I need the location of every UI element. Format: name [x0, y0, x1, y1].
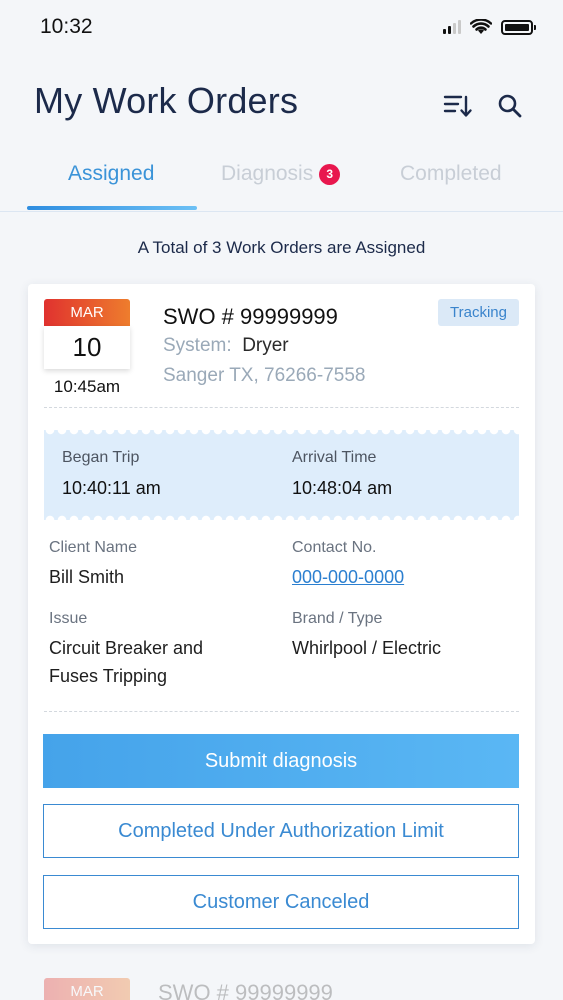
tab-diagnosis[interactable]: Diagnosis 3 — [221, 162, 341, 186]
tab-assigned[interactable]: Assigned — [68, 162, 154, 186]
contact-label: Contact No. — [292, 539, 377, 556]
tab-diagnosis-label: Diagnosis — [221, 162, 314, 185]
diagnosis-count-badge: 3 — [319, 163, 341, 185]
sort-button[interactable] — [442, 90, 474, 122]
status-icons — [443, 19, 536, 35]
header-actions — [442, 90, 526, 122]
next-work-order-card[interactable]: MAR SWO # 99999999 — [28, 962, 535, 1000]
arrival-time-value: 10:48:04 am — [292, 478, 393, 498]
divider — [44, 711, 519, 712]
next-date-month: MAR — [44, 978, 130, 1000]
tab-assigned-label: Assigned — [68, 162, 155, 185]
next-swo-number: SWO # 99999999 — [158, 980, 333, 1000]
tab-completed-label: Completed — [400, 162, 502, 185]
search-button[interactable] — [494, 90, 526, 122]
work-order-summary: A Total of 3 Work Orders are Assigned — [137, 238, 426, 257]
appointment-time: 10:45am — [53, 377, 121, 396]
system-info: System: Dryer — [163, 335, 289, 357]
began-trip-value: 10:40:11 am — [62, 478, 161, 498]
issue-value-line-2: Fuses Tripping — [49, 666, 168, 686]
work-order-card[interactable]: MAR 10 10:45am SWO # 99999999 System: Dr… — [28, 284, 535, 944]
divider — [44, 407, 519, 408]
began-trip-label: Began Trip — [62, 449, 140, 466]
client-name-label: Client Name — [49, 539, 138, 556]
battery-icon — [501, 19, 536, 35]
status-badge[interactable]: Tracking — [438, 299, 519, 326]
date-block: MAR 10 10:45am — [44, 299, 130, 397]
tab-completed[interactable]: Completed — [400, 162, 502, 186]
issue-value-line-1: Circuit Breaker and — [49, 638, 204, 658]
ticket-edge-top — [44, 430, 519, 436]
date-day: 10 — [44, 326, 130, 369]
cellular-signal-icon — [443, 20, 461, 34]
tab-bar: Assigned Diagnosis 3 Completed — [0, 150, 563, 212]
submit-diagnosis-button[interactable]: Submit diagnosis — [43, 734, 519, 788]
search-icon — [498, 94, 522, 118]
arrival-time-label: Arrival Time — [292, 449, 377, 466]
ticket-edge-bottom — [44, 514, 519, 520]
brand-type-label: Brand / Type — [292, 610, 383, 627]
system-label: System: — [163, 335, 232, 356]
header: My Work Orders — [34, 80, 534, 130]
contact-phone-link[interactable]: 000-000-0000 — [292, 563, 404, 591]
status-time: 10:32 — [40, 15, 93, 38]
date-month: MAR — [44, 299, 130, 326]
system-value: Dryer — [242, 335, 289, 356]
sort-icon — [443, 95, 472, 117]
address: Sanger TX, 76266-7558 — [163, 365, 366, 386]
completed-under-authorization-button[interactable]: Completed Under Authorization Limit — [43, 804, 519, 858]
status-bar: 10:32 — [0, 0, 563, 56]
client-name-value: Bill Smith — [49, 567, 125, 587]
swo-number: SWO # 99999999 — [163, 304, 338, 329]
brand-type-value: Whirlpool / Electric — [292, 638, 442, 658]
active-tab-indicator — [27, 206, 197, 210]
customer-canceled-button[interactable]: Customer Canceled — [43, 875, 519, 929]
issue-label: Issue — [49, 610, 88, 627]
wifi-icon — [470, 19, 492, 34]
trip-times-panel — [44, 430, 519, 520]
